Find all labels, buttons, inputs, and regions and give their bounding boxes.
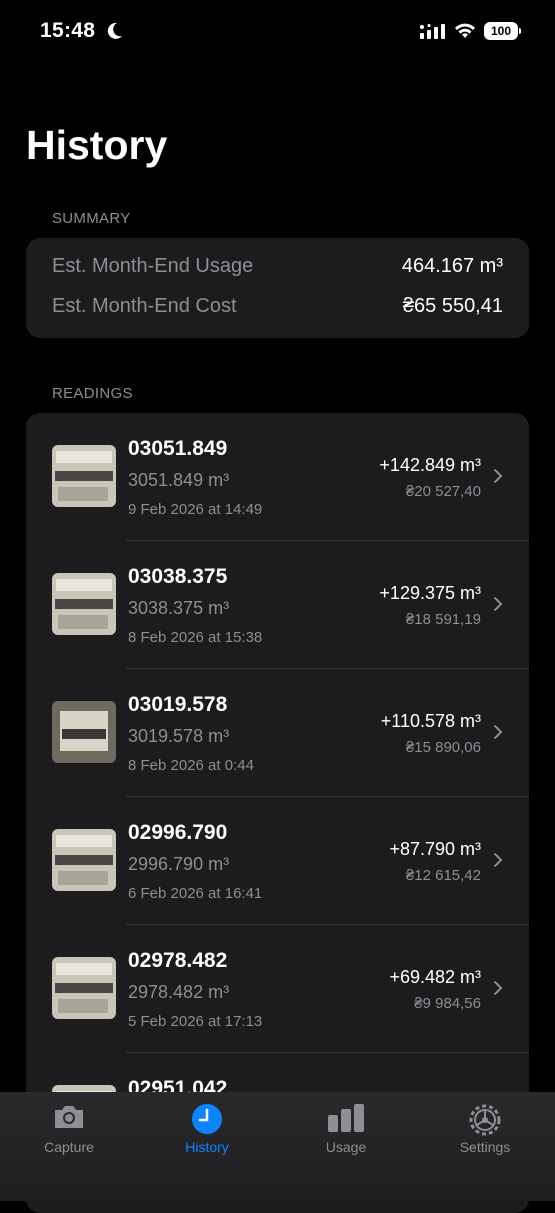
reading-volume: 2996.790 m³ xyxy=(128,854,230,874)
reading-value: 03019.578 xyxy=(128,693,228,716)
summary-card: Est. Month-End Usage 464.167 m³ Est. Mon… xyxy=(26,238,529,338)
reading-row[interactable]: 03019.578 3019.578 m³ 8 Feb 2026 at 0:44… xyxy=(26,669,529,797)
tab-label: Capture xyxy=(44,1139,94,1155)
battery-icon xyxy=(519,28,521,34)
reading-cost: ₴20 527,40 xyxy=(405,483,481,500)
reading-delta: +110.578 m³ xyxy=(380,711,481,731)
battery-level: 100 xyxy=(484,22,518,40)
reading-volume: 3019.578 m³ xyxy=(128,726,230,746)
cellular-signal-icon xyxy=(420,24,446,45)
reading-date: 9 Feb 2026 at 14:49 xyxy=(128,501,263,518)
reading-volume: 3051.849 m³ xyxy=(128,470,230,490)
summary-cost-row: Est. Month-End Cost ₴65 550,41 xyxy=(52,295,503,325)
summary-section-label: SUMMARY xyxy=(52,210,131,227)
reading-delta: +69.482 m³ xyxy=(389,967,481,987)
tab-label: Usage xyxy=(325,1139,367,1155)
camera-icon xyxy=(52,1103,86,1136)
cost-value: ₴65 550,41 xyxy=(402,295,503,317)
reading-date: 8 Feb 2026 at 15:38 xyxy=(128,629,263,646)
meter-photo-thumbnail xyxy=(52,957,116,1019)
reading-date: 8 Feb 2026 at 0:44 xyxy=(128,757,254,774)
reading-delta: +142.849 m³ xyxy=(379,455,481,475)
reading-cost: ₴18 591,19 xyxy=(405,611,481,628)
tab-usage[interactable]: Usage xyxy=(277,1093,415,1173)
readings-section-label: READINGS xyxy=(52,385,133,402)
meter-photo-thumbnail xyxy=(52,573,116,635)
page-title: History xyxy=(26,122,168,168)
tab-label: Settings xyxy=(459,1139,511,1155)
reading-date: 5 Feb 2026 at 17:13 xyxy=(128,1013,263,1030)
usage-label: Est. Month-End Usage xyxy=(52,255,254,277)
chevron-right-icon xyxy=(493,980,503,1001)
reading-value: 02996.790 xyxy=(128,821,228,844)
chevron-right-icon xyxy=(493,852,503,873)
chevron-right-icon xyxy=(493,724,503,745)
reading-volume: 2978.482 m³ xyxy=(128,982,230,1002)
tab-history[interactable]: History xyxy=(138,1093,276,1173)
reading-delta: +129.375 m³ xyxy=(379,583,481,603)
tab-settings[interactable]: Settings xyxy=(416,1093,554,1173)
reading-row[interactable]: 02996.790 2996.790 m³ 6 Feb 2026 at 16:4… xyxy=(26,797,529,925)
wifi-icon xyxy=(454,22,476,45)
gear-icon xyxy=(468,1103,502,1142)
tab-capture[interactable]: Capture xyxy=(0,1093,138,1173)
reading-cost: ₴12 615,42 xyxy=(405,867,481,884)
reading-cost: ₴15 890,06 xyxy=(405,739,481,756)
reading-value: 02978.482 xyxy=(128,949,228,972)
chevron-right-icon xyxy=(493,468,503,489)
status-time: 15:48 xyxy=(40,19,96,42)
chevron-right-icon xyxy=(493,596,503,617)
reading-date: 6 Feb 2026 at 16:41 xyxy=(128,885,263,902)
meter-photo-thumbnail xyxy=(52,829,116,891)
moon-icon xyxy=(104,21,124,46)
reading-value: 03038.375 xyxy=(128,565,228,588)
tab-bar: Capture History Usage Settings xyxy=(0,1092,555,1201)
meter-photo-thumbnail xyxy=(52,701,116,763)
reading-volume: 3038.375 m³ xyxy=(128,598,230,618)
meter-photo-thumbnail xyxy=(52,445,116,507)
reading-row[interactable]: 02978.482 2978.482 m³ 5 Feb 2026 at 17:1… xyxy=(26,925,529,1053)
tab-label: History xyxy=(185,1139,229,1155)
summary-usage-row: Est. Month-End Usage 464.167 m³ xyxy=(52,255,503,285)
reading-row[interactable]: 03051.849 3051.849 m³ 9 Feb 2026 at 14:4… xyxy=(26,413,529,541)
bar-chart-icon xyxy=(326,1103,366,1138)
reading-cost: ₴9 984,56 xyxy=(414,995,481,1012)
status-bar: 15:48 100 xyxy=(0,0,555,64)
usage-value: 464.167 m³ xyxy=(401,255,503,277)
cost-label: Est. Month-End Cost xyxy=(52,295,237,317)
clock-icon xyxy=(191,1103,223,1140)
reading-delta: +87.790 m³ xyxy=(389,839,481,859)
reading-value: 03051.849 xyxy=(128,437,228,460)
reading-row[interactable]: 03038.375 3038.375 m³ 8 Feb 2026 at 15:3… xyxy=(26,541,529,669)
